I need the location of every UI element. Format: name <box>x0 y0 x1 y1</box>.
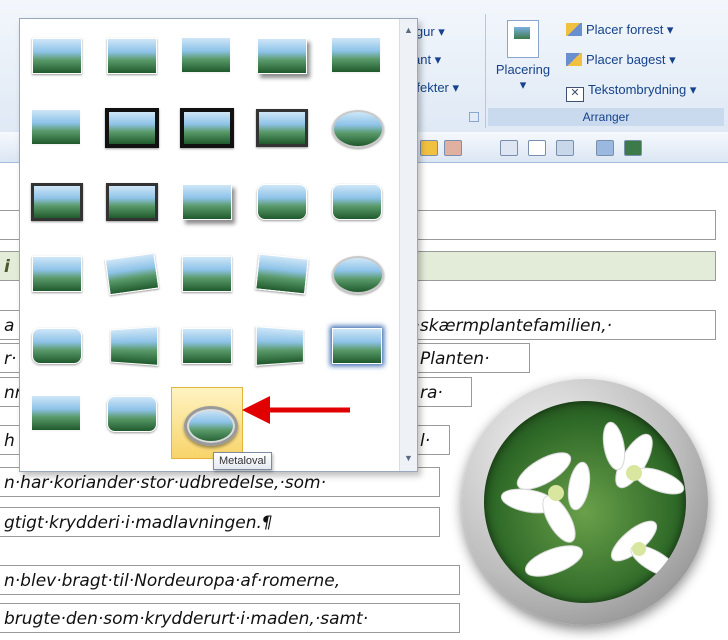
send-to-back-label: Placer bagest ▾ <box>586 52 676 67</box>
scroll-up-icon[interactable]: ▲ <box>402 23 415 37</box>
style-preview-image <box>332 184 382 220</box>
bring-forward-icon <box>566 23 582 36</box>
style-preview-image <box>256 109 308 147</box>
picture-style-option[interactable] <box>252 29 310 81</box>
style-preview-image <box>182 256 232 292</box>
style-preview-image <box>182 184 232 220</box>
flower-blossoms <box>500 421 685 578</box>
picture-style-option[interactable] <box>102 29 160 81</box>
gallery-scrollbar[interactable]: ▲ ▼ <box>399 19 417 471</box>
picture-style-option[interactable] <box>252 247 310 299</box>
style-preview-image <box>332 328 382 364</box>
picture-style-option[interactable] <box>252 319 310 371</box>
arrange-group: Placering ▾ Placer forrest ▾ Placer bage… <box>488 14 724 128</box>
style-preview-image <box>182 38 230 72</box>
picture-style-option[interactable] <box>327 29 385 81</box>
style-preview-image <box>332 110 384 148</box>
picture-style-option[interactable] <box>102 319 160 371</box>
flower-image <box>484 401 686 603</box>
doc-line-9: n·blev·bragt·til·Nordeuropa·af·romerne, <box>0 565 460 595</box>
style-preview-image <box>257 184 307 220</box>
rotate-icon[interactable] <box>624 140 642 156</box>
picture-style-option[interactable] <box>27 175 85 227</box>
picture-style-option[interactable] <box>252 101 310 153</box>
doc-line-4-right: Planten· <box>420 349 490 369</box>
picture-style-option[interactable] <box>177 101 235 153</box>
doc-line-6-left: h <box>4 431 15 451</box>
bring-to-front-button[interactable]: Placer forrest ▾ <box>566 22 673 38</box>
style-preview-image <box>255 326 304 366</box>
folder-icon[interactable] <box>420 140 438 156</box>
position-icon <box>507 20 539 58</box>
doc-line-10: brugte·den·som·krydderurt·i·maden,·samt· <box>0 603 460 633</box>
picture-style-option[interactable] <box>27 319 85 371</box>
doc-line-8: gtigt·krydderi·i·madlavningen.¶ <box>0 507 440 537</box>
style-preview-image <box>32 38 82 74</box>
doc-line-3-right: r·til·skærmplantefamilien,· <box>386 316 613 336</box>
style-preview-image <box>106 183 158 221</box>
position-button[interactable]: Placering ▾ <box>492 18 554 102</box>
doc-line-3-left: a <box>4 316 15 336</box>
style-preview-image <box>32 110 80 144</box>
style-metal-oval[interactable] <box>171 387 243 459</box>
select-icon[interactable] <box>500 140 518 156</box>
dialog-launcher-icon[interactable] <box>469 112 479 122</box>
picture-style-option[interactable] <box>177 319 235 371</box>
picture-style-option[interactable] <box>252 175 310 227</box>
style-preview-image <box>32 328 82 364</box>
picture-style-option[interactable] <box>102 247 160 299</box>
doc-line-5-right: ra· <box>420 383 443 403</box>
flower-picture-metal-oval[interactable] <box>462 379 708 625</box>
picture-style-option[interactable] <box>27 101 85 153</box>
style-preview-image <box>32 396 80 430</box>
style-preview-image <box>110 326 159 366</box>
picture-style-option[interactable] <box>327 319 385 371</box>
picture-style-option[interactable] <box>177 175 235 227</box>
style-preview-image <box>255 253 309 295</box>
picture-style-option[interactable] <box>327 101 385 153</box>
text-wrapping-label: Tekstombrydning ▾ <box>588 82 697 97</box>
style-preview-image <box>180 108 234 148</box>
style-preview-image <box>332 256 384 294</box>
page-icon[interactable] <box>528 140 546 156</box>
text-wrapping-button[interactable]: ✕ Tekstombrydning ▾ <box>566 82 696 102</box>
position-label: Placering <box>495 62 551 77</box>
picture-style-option[interactable] <box>27 247 85 299</box>
style-preview-image <box>332 38 380 72</box>
position-caret: ▾ <box>519 77 527 92</box>
send-to-back-button[interactable]: Placer bagest ▾ <box>566 52 676 68</box>
style-preview-image <box>31 183 83 221</box>
style-preview-image <box>105 108 159 148</box>
style-preview-image <box>257 38 307 74</box>
picture-style-option[interactable] <box>177 29 235 81</box>
red-arrow-icon <box>242 396 350 424</box>
arrange-group-label: Arranger <box>488 108 724 126</box>
picture-style-option[interactable] <box>177 247 235 299</box>
scroll-down-icon[interactable]: ▼ <box>402 451 415 465</box>
metaloval-tooltip: Metaloval <box>213 452 273 470</box>
style-preview-image <box>107 38 157 74</box>
text-wrap-icon: ✕ <box>566 87 584 102</box>
style-preview-image <box>107 396 157 432</box>
tool-icon[interactable] <box>444 140 462 156</box>
send-backward-icon <box>566 53 582 66</box>
picture-style-option[interactable] <box>327 247 385 299</box>
picture-style-option[interactable] <box>102 387 160 439</box>
style-preview-image <box>182 328 232 364</box>
picture-style-option[interactable] <box>27 387 85 439</box>
picture-style-option[interactable] <box>27 29 85 81</box>
style-preview-image <box>104 252 160 296</box>
doc-line-4-left: r· <box>4 349 17 369</box>
style-preview-image <box>184 406 238 446</box>
picture-style-option[interactable] <box>102 101 160 153</box>
doc-line-6-right: l· <box>420 431 431 451</box>
picture-styles-gallery: ▲ ▼ <box>19 18 418 472</box>
style-preview-image <box>32 256 82 292</box>
picture-style-option[interactable] <box>327 175 385 227</box>
picture-style-option[interactable] <box>102 175 160 227</box>
align-icon[interactable] <box>556 140 574 156</box>
group-icon[interactable] <box>596 140 614 156</box>
picture-effects-menu[interactable]: ffekter ▾ <box>413 80 459 96</box>
bring-to-front-label: Placer forrest ▾ <box>586 22 674 37</box>
